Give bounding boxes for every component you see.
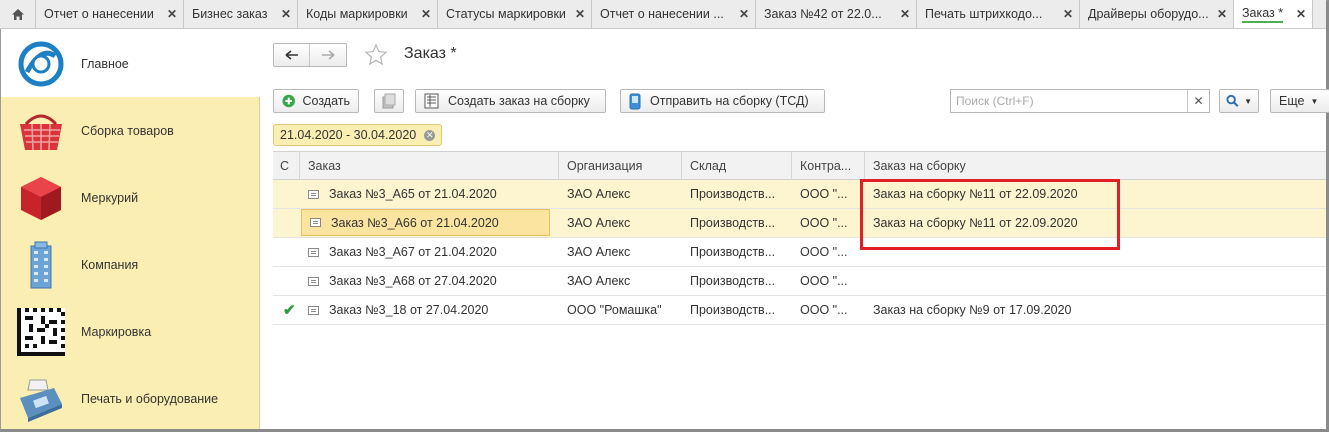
tab-barcode-print[interactable]: Печать штрихкодо... ✕ <box>917 0 1080 28</box>
more-button[interactable]: Еще ▼ <box>1270 89 1329 113</box>
status-cell <box>273 209 300 237</box>
document-icon <box>310 218 321 227</box>
close-icon[interactable]: ✕ <box>1296 7 1306 21</box>
close-icon[interactable]: ✕ <box>1063 7 1073 21</box>
forward-button[interactable] <box>310 44 346 66</box>
nav-arrows <box>273 43 347 67</box>
tab-bar: Отчет о нанесении ✕ Бизнес заказ ✕ Коды ма… <box>0 0 1326 29</box>
table-row-selected[interactable]: Заказ №3_А66 от 21.04.2020 ЗАО Алекс Про… <box>273 209 1326 238</box>
copy-icon <box>382 93 396 109</box>
column-status[interactable]: С <box>273 152 300 180</box>
status-cell <box>273 238 300 266</box>
close-icon[interactable]: ✕ <box>575 7 585 21</box>
tab-equipment-drivers[interactable]: Драйверы оборудо... ✕ <box>1080 0 1234 28</box>
logo-icon <box>18 41 64 86</box>
home-tab[interactable] <box>0 0 36 28</box>
table-row[interactable]: ✔ Заказ №3_18 от 27.04.2020 ООО "Ромашка… <box>273 296 1326 325</box>
sidebar-item-label: Компания <box>81 257 139 272</box>
copy-button[interactable] <box>374 89 404 113</box>
check-icon: ✔ <box>283 302 296 319</box>
status-cell <box>273 267 300 295</box>
datamatrix-icon <box>17 307 65 356</box>
document-grid-icon <box>424 93 439 109</box>
sidebar-item-company[interactable]: Компания <box>1 231 260 298</box>
column-order[interactable]: Заказ <box>300 152 559 180</box>
tab-order-current[interactable]: Заказ * ✕ <box>1234 0 1313 28</box>
tab-order-42[interactable]: Заказ №42 от 22.0... ✕ <box>756 0 917 28</box>
close-icon[interactable]: ✕ <box>739 7 749 21</box>
tab-report-application[interactable]: Отчет о нанесении ✕ <box>36 0 184 28</box>
close-icon[interactable]: ✕ <box>1217 7 1227 21</box>
sidebar-item-marking[interactable]: Маркировка <box>1 298 260 365</box>
close-icon[interactable]: ✕ <box>167 7 177 21</box>
remove-filter-icon[interactable]: ✕ <box>424 129 436 141</box>
document-icon <box>308 189 319 199</box>
close-icon[interactable]: ✕ <box>421 7 431 21</box>
tab-report-application-2[interactable]: Отчет о нанесении ... ✕ <box>592 0 756 28</box>
home-icon <box>11 8 24 20</box>
sidebar: Главное Сборка товаров Меркурий Компания… <box>1 30 260 429</box>
status-cell <box>273 180 300 208</box>
table-header: С Заказ Организация Склад Контра... Зака… <box>273 152 1326 180</box>
sidebar-item-assembly[interactable]: Сборка товаров <box>1 97 260 164</box>
sidebar-item-print-equipment[interactable]: Печать и оборудование <box>1 365 260 432</box>
terminal-icon <box>20 379 62 422</box>
close-icon[interactable]: ✕ <box>281 7 291 21</box>
search-icon <box>1226 94 1239 107</box>
tab-marking-codes[interactable]: Коды маркировки ✕ <box>298 0 438 28</box>
plus-circle-icon <box>282 94 296 108</box>
search-button[interactable]: ▼ <box>1219 89 1259 113</box>
send-to-assembly-button[interactable]: Отправить на сборку (ТСД) <box>620 89 825 113</box>
table-row[interactable]: Заказ №3_А65 от 21.04.2020 ЗАО Алекс Про… <box>273 180 1326 209</box>
document-icon <box>308 276 319 286</box>
tab-marking-statuses[interactable]: Статусы маркировки ✕ <box>438 0 592 28</box>
column-warehouse[interactable]: Склад <box>682 152 792 180</box>
sidebar-item-main[interactable]: Главное <box>1 30 260 97</box>
column-contractor[interactable]: Контра... <box>792 152 865 180</box>
clear-icon[interactable]: ✕ <box>1187 90 1209 112</box>
search-input[interactable]: Поиск (Ctrl+F) <box>951 94 1187 108</box>
document-icon <box>308 305 319 315</box>
arrow-left-icon <box>285 50 298 60</box>
back-button[interactable] <box>274 44 310 66</box>
create-assembly-order-button[interactable]: Создать заказ на сборку <box>415 89 606 113</box>
chevron-down-icon: ▼ <box>1310 96 1319 106</box>
close-icon[interactable]: ✕ <box>900 7 910 21</box>
arrow-right-icon <box>322 50 335 60</box>
column-assembly-order[interactable]: Заказ на сборку <box>865 152 1326 180</box>
highlight-annotation <box>860 179 1120 250</box>
page-title: Заказ * <box>404 45 457 62</box>
period-filter-chip[interactable]: 21.04.2020 - 30.04.2020 ✕ <box>273 124 443 146</box>
sidebar-item-label: Сборка товаров <box>81 123 174 138</box>
chevron-down-icon: ▼ <box>1244 96 1252 106</box>
table-row[interactable]: Заказ №3_А67 от 21.04.2020 ЗАО Алекс Про… <box>273 238 1326 267</box>
tab-business-order[interactable]: Бизнес заказ ✕ <box>184 0 298 28</box>
sidebar-item-label: Главное <box>81 56 129 71</box>
sidebar-item-label: Меркурий <box>81 190 139 205</box>
sidebar-item-label: Маркировка <box>81 324 152 339</box>
create-button[interactable]: Создать <box>273 89 359 113</box>
basket-icon <box>20 114 62 150</box>
orders-table: С Заказ Организация Склад Контра... Зака… <box>273 151 1326 325</box>
favorite-star-icon[interactable] <box>364 43 388 67</box>
sidebar-item-label: Печать и оборудование <box>81 391 219 406</box>
sidebar-item-mercury[interactable]: Меркурий <box>1 164 260 231</box>
search-box: Поиск (Ctrl+F) ✕ <box>950 89 1210 113</box>
building-icon <box>30 241 52 288</box>
cube-icon <box>21 176 61 220</box>
column-organization[interactable]: Организация <box>559 152 682 180</box>
main-content: Заказ * Создать Создать заказ на сборку … <box>261 30 1329 429</box>
table-row[interactable]: Заказ №3_А68 от 27.04.2020 ЗАО Алекс Про… <box>273 267 1326 296</box>
mobile-terminal-icon <box>629 93 641 109</box>
document-icon <box>308 247 319 257</box>
